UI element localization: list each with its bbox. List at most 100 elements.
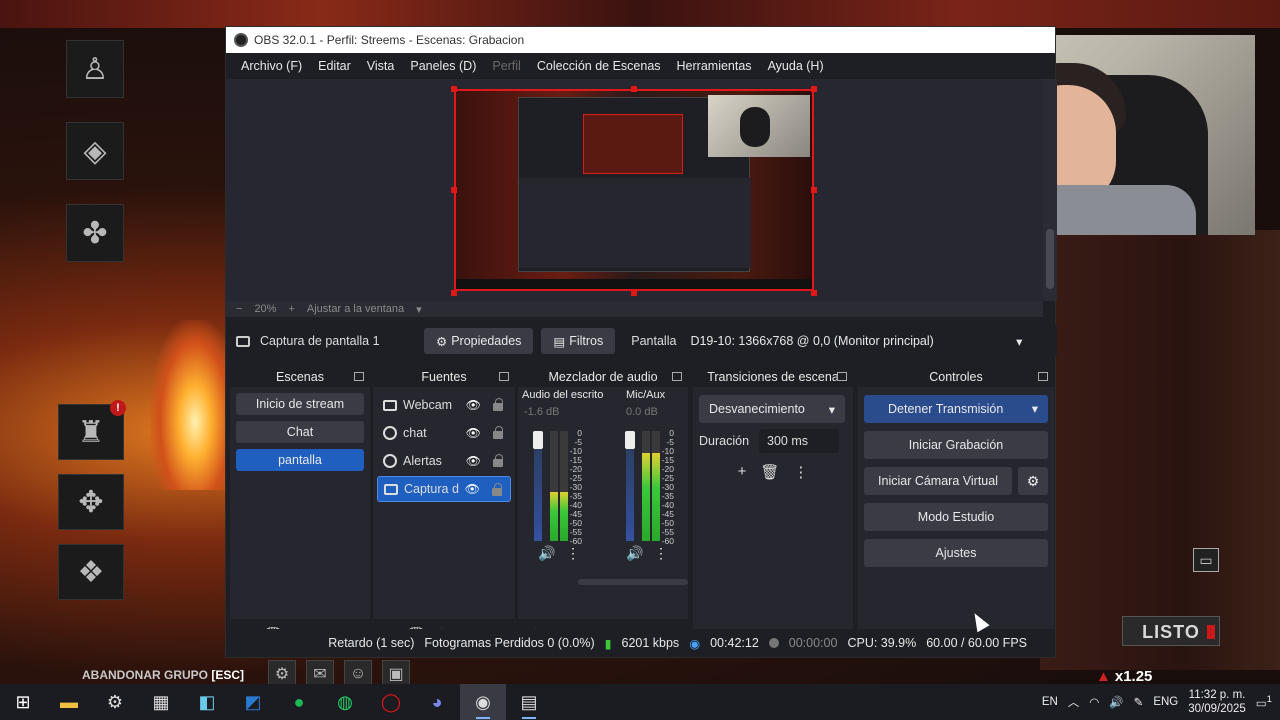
duration-value: 300 ms [767,434,809,448]
file-explorer-icon[interactable]: ▬ [46,684,92,720]
add-icon[interactable]: + [738,463,747,481]
source-row-active[interactable]: Captura d 👁 [377,476,511,502]
keyboard-language[interactable]: ENG [1153,696,1178,708]
scenes-title: Escenas [276,370,324,384]
volume-icon[interactable]: 🔊 [1109,695,1123,709]
display-value: D19-10: 1366x768 @ 0,0 (Monitor principa… [690,334,934,348]
resize-handle[interactable] [811,187,817,193]
outlook-icon[interactable]: ◩ [230,684,276,720]
preview-area[interactable] [226,79,1043,301]
mixer-horizontal-scrollbar[interactable] [578,579,688,585]
resize-handle[interactable] [631,290,637,296]
lock-icon[interactable] [493,454,503,467]
source-toolbar: Captura de pantalla 1 ⚙ Propiedades ▤ Filt… [226,325,1057,357]
level-meter-fill [550,491,558,541]
menu-archivo[interactable]: Archivo (F) [233,59,310,73]
settings-button[interactable]: Ajustes [864,539,1048,567]
opera-icon[interactable]: ◯ [368,684,414,720]
menu-editar[interactable]: Editar [310,59,359,73]
calculator-icon[interactable]: ▦ [138,684,184,720]
stop-stream-button[interactable]: Detener Transmisión ▾ [864,395,1048,423]
menu-ayuda[interactable]: Ayuda (H) [760,59,832,73]
addon-slot-icon[interactable]: ✥ [58,474,124,530]
lock-icon[interactable] [492,483,502,496]
ready-button[interactable]: LISTO [1122,616,1220,646]
wifi-icon[interactable]: ◠ [1089,695,1099,709]
resize-handle[interactable] [451,187,457,193]
chat-bubble-icon[interactable]: ▭ [1193,548,1219,572]
undock-icon[interactable] [499,372,509,381]
volume-fader[interactable] [625,431,635,449]
sources-header: Fuentes [373,367,515,387]
menu-vista[interactable]: Vista [359,59,403,73]
scene-item[interactable]: Inicio de stream [236,393,364,415]
game-taskbar-icon[interactable]: ▤ [506,684,552,720]
eye-icon[interactable]: 👁 [466,426,481,440]
resize-handle[interactable] [811,86,817,92]
lock-icon[interactable] [493,426,503,439]
scene-item[interactable]: Chat [236,421,364,443]
perk-slot-icon[interactable]: ◈ [66,122,124,180]
eye-icon[interactable]: 👁 [466,454,481,468]
resize-handle[interactable] [451,290,457,296]
source-row[interactable]: chat 👁 [377,420,511,446]
filters-button[interactable]: ▤ Filtros [541,328,616,354]
source-row[interactable]: Webcam 👁 [377,392,511,418]
clock[interactable]: 11:32 p. m. 30/09/2025 [1188,688,1246,716]
undock-icon[interactable] [354,372,364,381]
pen-icon[interactable]: ✎ [1134,695,1144,709]
chevron-down-icon[interactable]: ▾ [1032,395,1038,423]
studio-mode-button[interactable]: Modo Estudio [864,503,1048,531]
character-portrait-icon[interactable]: ♙ [66,40,124,98]
speaker-icon[interactable]: 🔊 [626,545,643,562]
spotify-icon[interactable]: ● [276,684,322,720]
settings-icon[interactable]: ⚙ [92,684,138,720]
lock-icon[interactable] [493,398,503,411]
zoom-out-button[interactable]: − [236,303,242,315]
duration-input[interactable]: 300 ms [759,429,840,453]
preview-vertical-scrollbar[interactable] [1043,79,1057,301]
speaker-icon[interactable]: 🔊 [538,545,555,562]
undock-icon[interactable] [1038,372,1048,381]
preview-canvas[interactable] [454,89,814,291]
more-icon[interactable]: ⋮ [654,545,668,562]
menu-coleccion-escenas[interactable]: Colección de Escenas [529,59,669,73]
more-icon[interactable]: ⋮ [566,545,580,562]
eye-icon[interactable]: 👁 [466,398,481,412]
trash-icon[interactable]: 🗑 [760,463,779,481]
system-tray: EN ︿ ◠ 🔊 ✎ ENG 11:32 p. m. 30/09/2025 ▭1 [1042,684,1280,720]
obs-titlebar[interactable]: OBS 32.0.1 - Perfil: Streems - Escenas: … [226,27,1055,53]
source-row[interactable]: Alertas 👁 [377,448,511,474]
chevron-up-icon[interactable]: ︿ [1068,694,1080,710]
resize-handle[interactable] [811,290,817,296]
transition-select[interactable]: Desvanecimiento ▾ [699,395,845,423]
menu-paneles[interactable]: Paneles (D) [402,59,484,73]
menu-herramientas[interactable]: Herramientas [669,59,760,73]
scene-item-active[interactable]: pantalla [236,449,364,471]
eye-icon[interactable]: 👁 [465,482,480,496]
more-icon[interactable]: ⋮ [793,463,808,481]
undock-icon[interactable] [672,372,682,381]
loadout-slot-icon[interactable]: ❖ [58,544,124,600]
offering-slot-icon[interactable]: ✤ [66,204,124,262]
start-recording-button[interactable]: Iniciar Grabación [864,431,1048,459]
whatsapp-icon[interactable]: ◍ [322,684,368,720]
chevron-down-icon[interactable]: ▾ [416,303,422,316]
obs-taskbar-icon[interactable]: ◉ [460,684,506,720]
fit-window-button[interactable]: Ajustar a la ventana [307,303,404,315]
undock-icon[interactable] [837,372,847,381]
discord-icon[interactable]: ◕ [414,684,460,720]
virtual-camera-button[interactable]: Iniciar Cámara Virtual [864,467,1012,495]
resize-handle[interactable] [451,86,457,92]
abandon-group-button[interactable]: ABANDONAR GRUPO [ESC] [62,664,250,686]
input-language[interactable]: EN [1042,696,1058,708]
notification-icon[interactable]: ▭1 [1256,694,1272,710]
properties-button[interactable]: ⚙ Propiedades [424,328,534,354]
zoom-in-button[interactable]: + [288,303,294,315]
notepad-icon[interactable]: ◧ [184,684,230,720]
windows-start-icon[interactable]: ⊞ [0,684,46,720]
gear-icon[interactable]: ⚙ [1018,467,1048,495]
resize-handle[interactable] [631,86,637,92]
volume-fader[interactable] [533,431,543,449]
display-select[interactable]: D19-10: 1366x768 @ 0,0 (Monitor principa… [690,328,1030,354]
